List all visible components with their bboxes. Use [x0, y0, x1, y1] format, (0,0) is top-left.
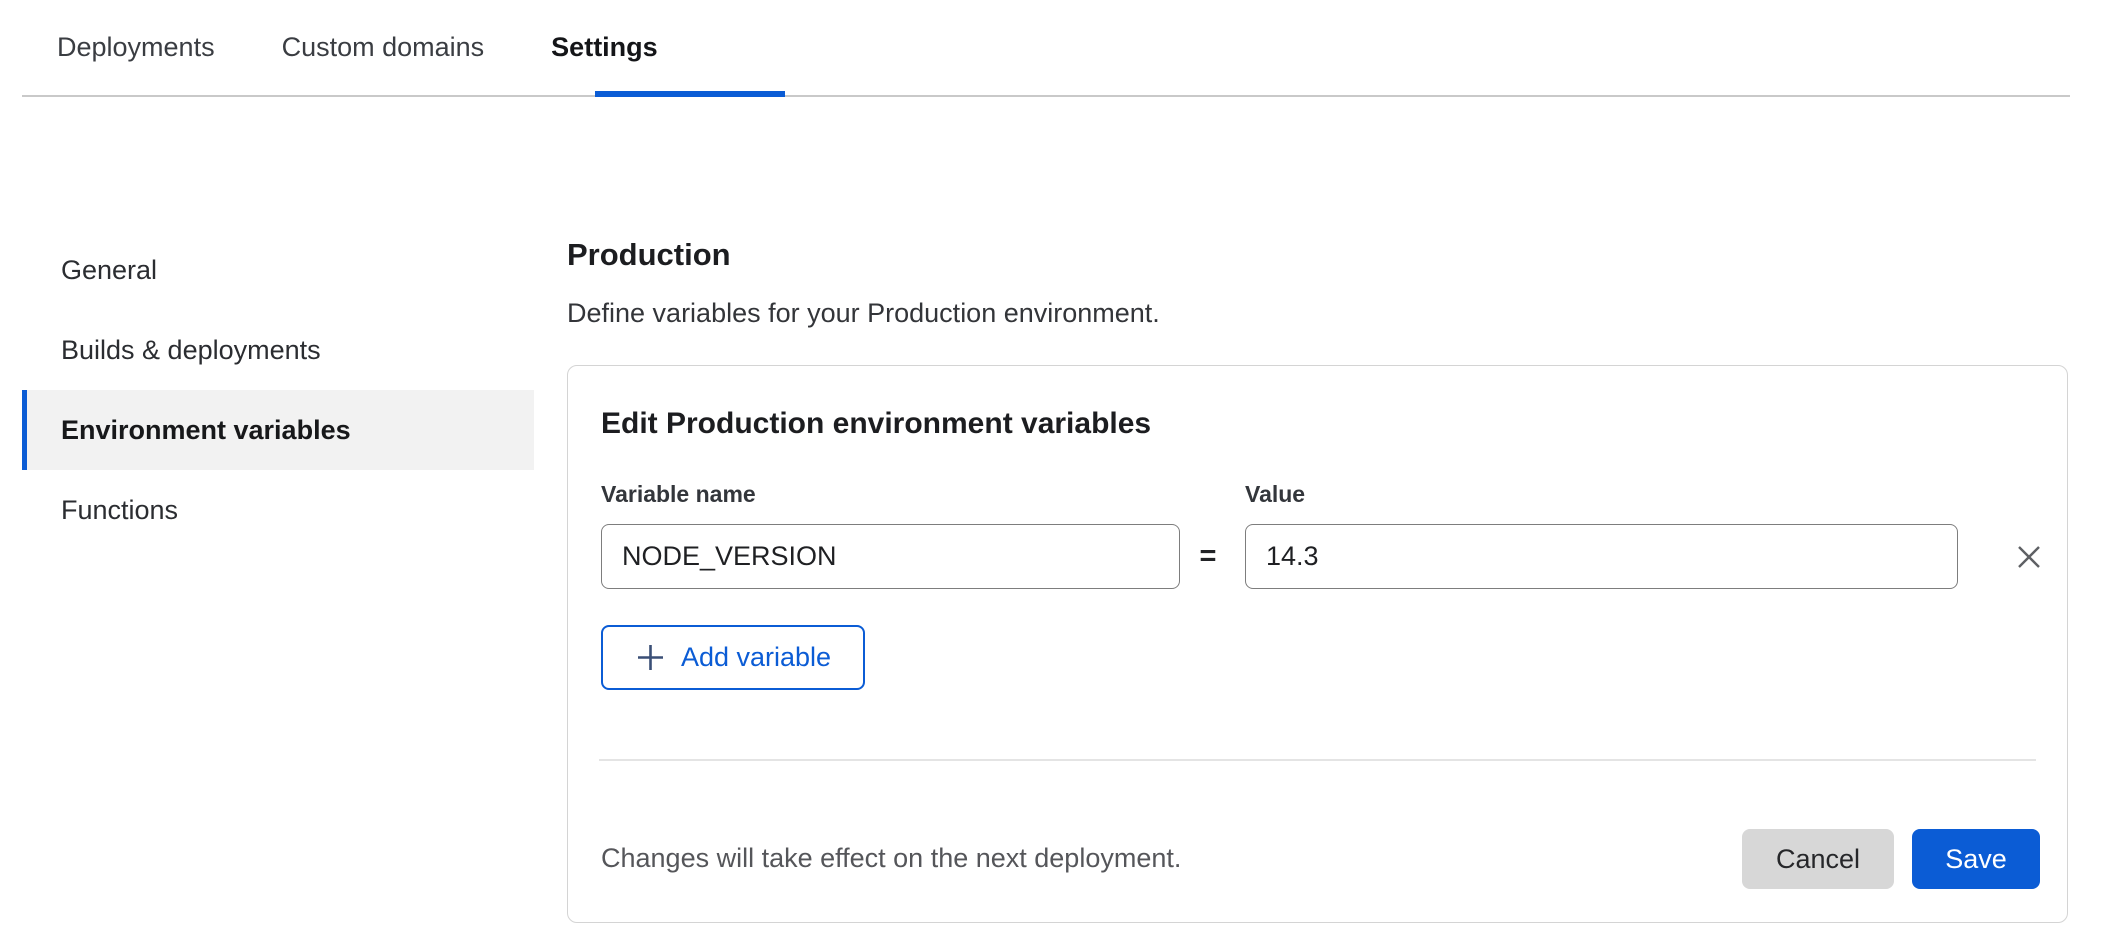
remove-variable-button[interactable]	[2011, 539, 2047, 575]
settings-sidebar: General Builds & deployments Environment…	[22, 230, 534, 550]
sidebar-item-builds-deployments[interactable]: Builds & deployments	[22, 310, 534, 390]
tab-custom-domains[interactable]: Custom domains	[282, 32, 485, 63]
add-variable-button[interactable]: Add variable	[601, 625, 865, 690]
variable-value-input[interactable]	[1245, 524, 1958, 589]
footer-note: Changes will take effect on the next dep…	[601, 843, 1181, 874]
project-tab-bar: Deployments Custom domains Settings	[22, 0, 2070, 97]
add-variable-label: Add variable	[681, 642, 831, 673]
tab-settings[interactable]: Settings	[551, 32, 658, 63]
variable-name-label: Variable name	[601, 481, 756, 508]
value-label: Value	[1245, 481, 1305, 508]
save-button[interactable]: Save	[1912, 829, 2040, 889]
variable-name-input[interactable]	[601, 524, 1180, 589]
active-tab-indicator	[595, 91, 785, 97]
card-divider	[599, 759, 2036, 761]
sidebar-item-functions[interactable]: Functions	[22, 470, 534, 550]
sidebar-item-environment-variables[interactable]: Environment variables	[22, 390, 534, 470]
close-icon	[2012, 540, 2046, 574]
section-title: Production	[567, 237, 731, 273]
card-title: Edit Production environment variables	[601, 407, 1151, 441]
section-description: Define variables for your Production env…	[567, 298, 1160, 329]
environment-variables-card: Edit Production environment variables Va…	[567, 365, 2068, 923]
plus-icon	[635, 642, 666, 673]
sidebar-item-general[interactable]: General	[22, 230, 534, 310]
cancel-button[interactable]: Cancel	[1742, 829, 1894, 889]
tab-deployments[interactable]: Deployments	[57, 32, 215, 63]
equals-sign: =	[1180, 524, 1236, 589]
